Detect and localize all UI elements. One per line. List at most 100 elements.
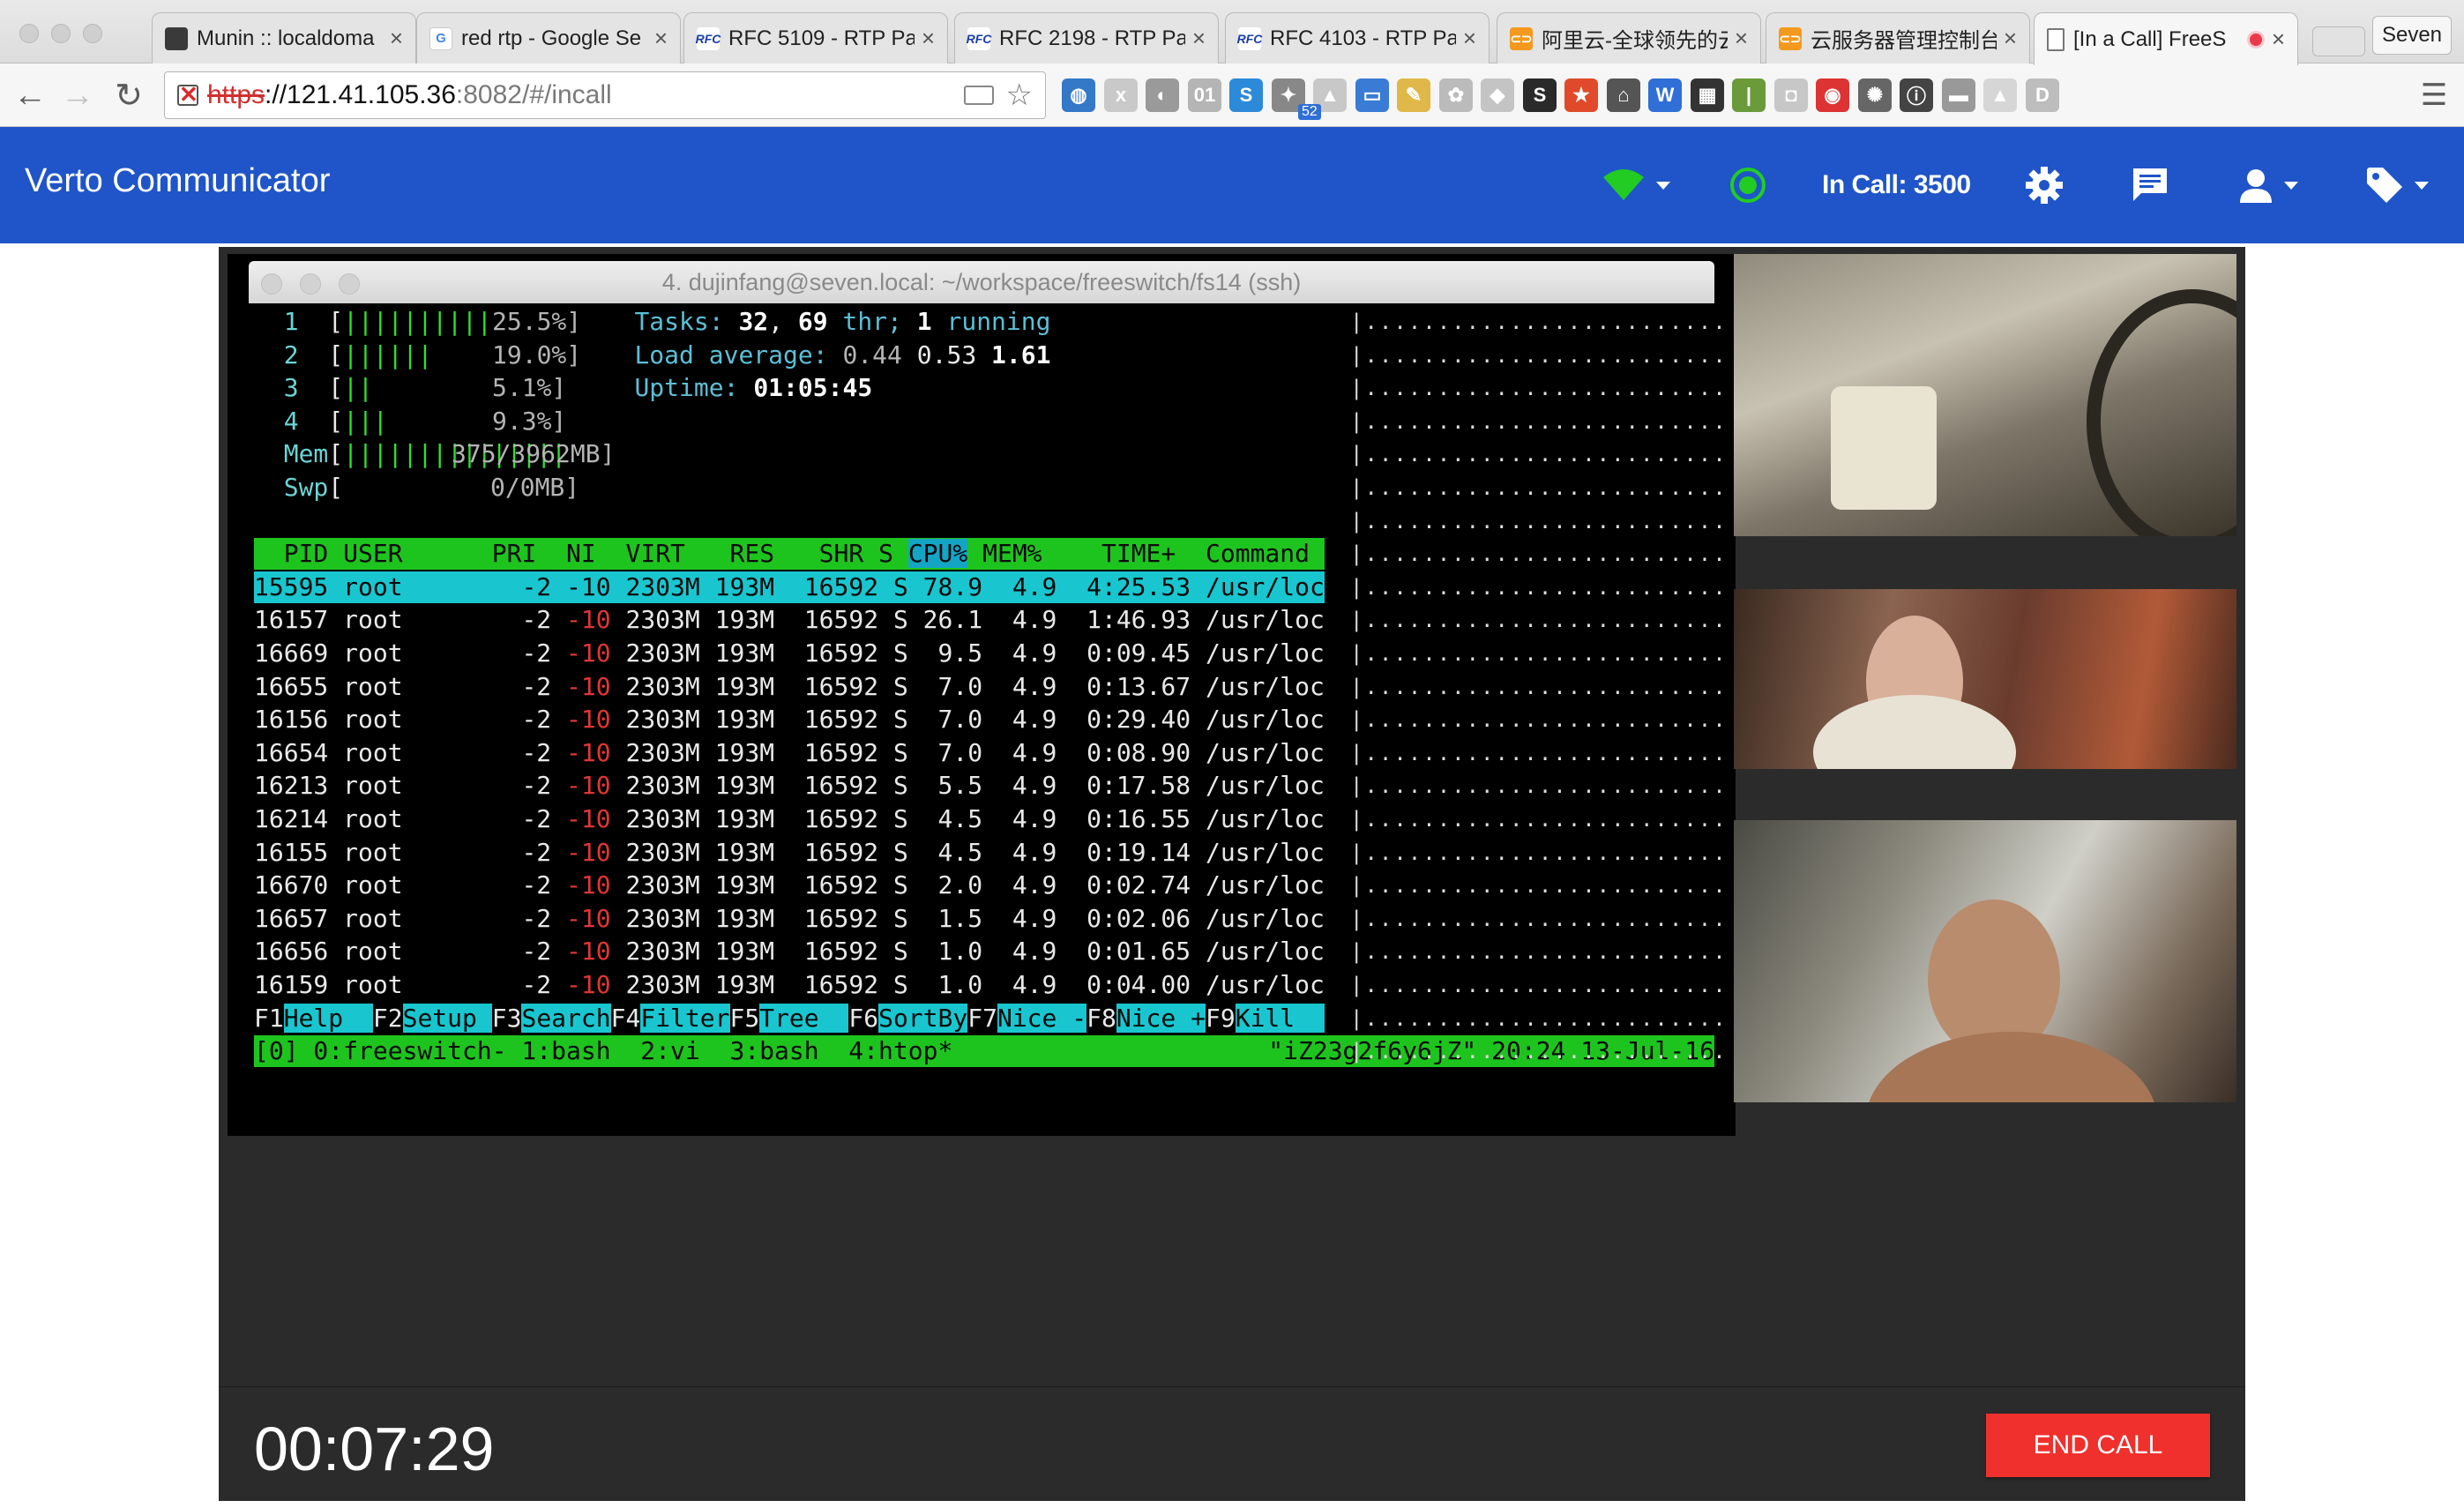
column-header[interactable]: NI xyxy=(566,539,596,568)
column-header[interactable]: VIRT xyxy=(625,539,684,568)
globe-icon[interactable]: ◍ xyxy=(1062,78,1095,112)
function-key[interactable]: F6 xyxy=(848,1004,878,1033)
function-key[interactable]: F2 xyxy=(373,1004,403,1033)
process-row[interactable]: 16213 root -2 -10 2303M 193M 16592 S 5.5… xyxy=(254,770,1325,802)
screenshot-icon[interactable]: ▭ xyxy=(1355,78,1389,112)
function-key-label[interactable]: Nice + xyxy=(1116,1003,1206,1033)
function-key[interactable]: F5 xyxy=(730,1004,760,1033)
back-button[interactable]: ← xyxy=(11,76,49,115)
bag-icon[interactable]: ◘ xyxy=(1774,78,1808,112)
app-title[interactable]: Verto Communicator xyxy=(25,162,330,200)
participant-video-2[interactable] xyxy=(1734,589,2236,769)
column-header[interactable]: CPU% xyxy=(907,539,968,569)
function-key-label[interactable]: Tree xyxy=(759,1003,849,1033)
tab-close-icon[interactable]: × xyxy=(1735,25,1748,52)
connection-status[interactable] xyxy=(1729,127,1767,243)
tab-close-icon[interactable]: × xyxy=(922,25,935,52)
network-status-dropdown[interactable] xyxy=(1602,127,1670,243)
function-key[interactable]: F9 xyxy=(1206,1004,1236,1033)
tab-close-icon[interactable]: × xyxy=(2272,26,2285,53)
function-key[interactable]: F7 xyxy=(967,1004,997,1033)
process-row[interactable]: 16670 root -2 -10 2303M 193M 16592 S 2.0… xyxy=(254,870,1325,901)
reload-button[interactable]: ↻ xyxy=(109,76,148,115)
user-menu-dropdown[interactable] xyxy=(2238,127,2298,243)
star-ext-icon[interactable]: ★ xyxy=(1564,78,1598,112)
triangle-icon[interactable]: ▲ xyxy=(1983,78,2017,112)
browser-tab[interactable]: Munin :: localdoma × xyxy=(152,12,416,63)
browser-tab[interactable]: ⊂⊃ 云服务器管理控制台 × xyxy=(1766,12,2030,63)
function-key-label[interactable]: SortBy xyxy=(878,1003,968,1033)
tab-close-icon[interactable]: × xyxy=(1192,25,1206,52)
process-row[interactable]: 15595 root -2 -10 2303M 193M 16592 S 78.… xyxy=(254,571,1325,603)
tab-close-icon[interactable]: × xyxy=(654,25,668,52)
column-header[interactable]: Command xyxy=(1206,539,1310,568)
function-key-label[interactable]: Setup xyxy=(402,1003,492,1033)
cookie-icon[interactable]: ✺ xyxy=(1858,78,1892,112)
participant-video-3[interactable] xyxy=(1734,820,2236,1102)
function-key-label[interactable]: Help xyxy=(283,1003,373,1033)
process-row[interactable]: 16157 root -2 -10 2303M 193M 16592 S 26.… xyxy=(254,604,1325,636)
column-header[interactable]: USER xyxy=(343,539,402,568)
function-key-label[interactable]: Filter xyxy=(640,1003,730,1033)
column-header[interactable]: TIME+ xyxy=(1101,539,1176,568)
function-key-label[interactable]: Nice - xyxy=(997,1003,1087,1033)
function-key[interactable]: F1 xyxy=(254,1004,284,1033)
browser-tab[interactable]: RFC RFC 4103 - RTP Pa × xyxy=(1225,12,1490,63)
binary-icon[interactable]: 01 xyxy=(1188,78,1221,112)
ghost-icon[interactable]: ◐ xyxy=(1146,78,1179,112)
browser-tab[interactable]: ⊂⊃ 阿里云-全球领先的云 × xyxy=(1497,12,1761,63)
window-minimize-button[interactable] xyxy=(51,24,71,43)
column-header[interactable]: MEM% xyxy=(982,539,1042,568)
profile-button[interactable]: Seven xyxy=(2372,16,2452,55)
process-row[interactable]: 16156 root -2 -10 2303M 193M 16592 S 7.0… xyxy=(254,704,1325,735)
xml-icon[interactable]: x xyxy=(1104,78,1138,112)
tab-close-icon[interactable]: × xyxy=(390,25,403,52)
forward-button[interactable]: → xyxy=(58,76,97,115)
window-zoom-button[interactable] xyxy=(83,24,102,43)
d-ext-icon[interactable]: D xyxy=(2026,78,2059,112)
skype-icon[interactable]: S xyxy=(1229,78,1263,112)
tab-close-icon[interactable]: × xyxy=(1463,25,1476,52)
process-row[interactable]: 16654 root -2 -10 2303M 193M 16592 S 7.0… xyxy=(254,737,1325,769)
hat-icon[interactable]: ◆ xyxy=(1481,78,1514,112)
tag-menu-dropdown[interactable] xyxy=(2365,127,2429,243)
address-bar[interactable]: https ://121.41.105.36 :8082/#/incall ☆ xyxy=(164,71,1046,119)
window-close-button[interactable] xyxy=(19,24,39,43)
window-icon[interactable]: ▬ xyxy=(1942,78,1975,112)
browser-tab[interactable]: RFC RFC 5109 - RTP Pa × xyxy=(683,12,948,63)
function-key[interactable]: F4 xyxy=(611,1004,641,1033)
pocket-icon[interactable]: ⌂ xyxy=(1607,78,1640,112)
column-header[interactable]: RES xyxy=(730,539,775,568)
column-header[interactable]: PID xyxy=(254,539,329,568)
process-row[interactable]: 16655 root -2 -10 2303M 193M 16592 S 7.0… xyxy=(254,671,1325,703)
browser-menu-button[interactable]: ☰ xyxy=(2415,76,2453,115)
gear-ext-icon[interactable]: ✿ xyxy=(1439,78,1473,112)
function-key[interactable]: F3 xyxy=(492,1004,522,1033)
chat-button[interactable] xyxy=(2131,127,2169,243)
column-header[interactable]: SHR xyxy=(819,539,864,568)
s-ext-icon[interactable]: S xyxy=(1523,78,1557,112)
browser-tab[interactable]: [In a Call] FreeS × xyxy=(2034,12,2298,65)
column-header[interactable]: S xyxy=(878,539,893,568)
browser-tab[interactable]: Gred rtp - Google Se × xyxy=(416,12,681,63)
browser-tab[interactable]: RFC RFC 2198 - RTP Pa × xyxy=(954,12,1219,63)
bookmark-ext-icon[interactable]: ◉ xyxy=(1816,78,1849,112)
process-row[interactable]: 16657 root -2 -10 2303M 193M 16592 S 1.5… xyxy=(254,903,1325,935)
camera-icon[interactable] xyxy=(963,86,994,105)
bookmark-star-icon[interactable]: ☆ xyxy=(1006,78,1033,113)
tab-close-icon[interactable]: × xyxy=(2004,25,2017,52)
settings-button[interactable] xyxy=(2025,127,2064,243)
qr-icon[interactable]: ▦ xyxy=(1691,78,1724,112)
main-video-stream[interactable]: 4. dujinfang@seven.local: ~/workspace/fr… xyxy=(228,254,1736,1136)
pin-icon[interactable]: | xyxy=(1732,78,1766,112)
info-icon[interactable]: ⓘ xyxy=(1900,78,1933,112)
process-row[interactable]: 16155 root -2 -10 2303M 193M 16592 S 4.5… xyxy=(254,837,1325,869)
function-key-label[interactable]: Kill xyxy=(1235,1003,1325,1033)
new-tab-button[interactable] xyxy=(2312,26,2365,56)
participant-video-1[interactable] xyxy=(1734,254,2236,536)
process-row[interactable]: 16669 root -2 -10 2303M 193M 16592 S 9.5… xyxy=(254,638,1325,669)
function-key[interactable]: F8 xyxy=(1086,1004,1116,1033)
w-ext-icon[interactable]: W xyxy=(1648,78,1682,112)
column-header[interactable]: PRI xyxy=(492,539,537,568)
function-key-label[interactable]: Search xyxy=(521,1003,611,1033)
